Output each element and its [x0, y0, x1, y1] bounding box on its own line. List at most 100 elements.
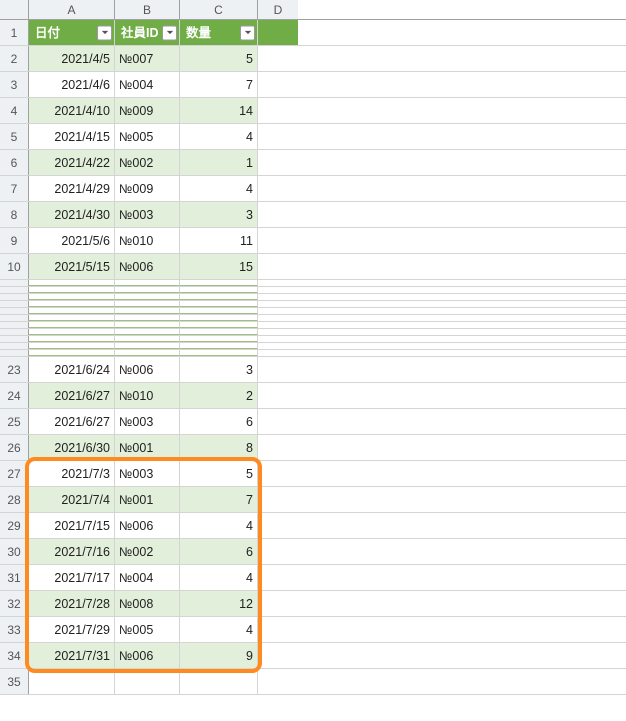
row-header[interactable]: 28 — [0, 487, 29, 512]
select-all-corner[interactable] — [0, 0, 29, 19]
cell-employee-id[interactable]: №001 — [115, 487, 180, 512]
cell-empty[interactable] — [115, 315, 180, 321]
cell-empty[interactable] — [180, 336, 258, 342]
cell-date[interactable]: 2021/4/29 — [29, 176, 115, 201]
cell-empty[interactable] — [258, 461, 298, 486]
cell-quantity[interactable]: 4 — [180, 176, 258, 201]
cell-quantity[interactable]: 7 — [180, 487, 258, 512]
cell-empty[interactable] — [258, 315, 298, 321]
cell-empty[interactable] — [180, 350, 258, 356]
col-header-A[interactable]: A — [29, 0, 115, 19]
cell-date[interactable]: 2021/4/10 — [29, 98, 115, 123]
cell-empty[interactable] — [258, 301, 298, 307]
row-header[interactable] — [0, 336, 29, 342]
cell-empty[interactable] — [258, 357, 298, 382]
cell-quantity[interactable]: 3 — [180, 357, 258, 382]
row-header[interactable] — [0, 308, 29, 314]
col-header-B[interactable]: B — [115, 0, 180, 19]
cell-quantity[interactable]: 12 — [180, 591, 258, 616]
cell-date[interactable]: 2021/7/16 — [29, 539, 115, 564]
cell-empty[interactable] — [180, 669, 258, 694]
cell-date[interactable]: 2021/6/27 — [29, 383, 115, 408]
cell-empty[interactable] — [180, 301, 258, 307]
row-header[interactable]: 23 — [0, 357, 29, 382]
cell-empty[interactable] — [180, 329, 258, 335]
row-header[interactable]: 4 — [0, 98, 29, 123]
cell-empty[interactable] — [258, 72, 298, 97]
cell-employee-id[interactable]: №003 — [115, 409, 180, 434]
header-employee-id[interactable]: 社員ID — [115, 20, 180, 45]
cell-empty[interactable] — [258, 487, 298, 512]
row-header[interactable]: 26 — [0, 435, 29, 460]
cell-quantity[interactable]: 4 — [180, 124, 258, 149]
cell-quantity[interactable]: 1 — [180, 150, 258, 175]
cell-empty[interactable] — [115, 343, 180, 349]
spreadsheet[interactable]: A B C D 1 日付 社員ID 数量 22021/4/5№007532021… — [0, 0, 626, 695]
cell-quantity[interactable]: 9 — [180, 643, 258, 668]
row-header[interactable]: 8 — [0, 202, 29, 227]
cell-empty[interactable] — [258, 643, 298, 668]
cell-empty[interactable] — [115, 294, 180, 300]
cell-empty[interactable] — [29, 322, 115, 328]
row-header[interactable]: 30 — [0, 539, 29, 564]
row-header[interactable]: 32 — [0, 591, 29, 616]
header-quantity[interactable]: 数量 — [180, 20, 258, 45]
cell-employee-id[interactable]: №005 — [115, 617, 180, 642]
cell-date[interactable]: 2021/7/28 — [29, 591, 115, 616]
cell-empty[interactable] — [115, 322, 180, 328]
row-header[interactable]: 24 — [0, 383, 29, 408]
cell-employee-id[interactable]: №002 — [115, 150, 180, 175]
cell-empty[interactable] — [258, 280, 298, 286]
cell-empty[interactable] — [258, 254, 298, 279]
cell-empty[interactable] — [258, 329, 298, 335]
cell-empty[interactable] — [258, 669, 298, 694]
cell-employee-id[interactable]: №002 — [115, 539, 180, 564]
cell-empty[interactable] — [258, 435, 298, 460]
cell-empty[interactable] — [180, 322, 258, 328]
cell-empty[interactable] — [258, 287, 298, 293]
cell-empty[interactable] — [115, 669, 180, 694]
row-header[interactable] — [0, 343, 29, 349]
cell-date[interactable]: 2021/7/17 — [29, 565, 115, 590]
row-header[interactable] — [0, 294, 29, 300]
cell-empty[interactable] — [258, 350, 298, 356]
cell-employee-id[interactable]: №010 — [115, 228, 180, 253]
cell-employee-id[interactable]: №009 — [115, 98, 180, 123]
cell-quantity[interactable]: 5 — [180, 46, 258, 71]
cell-date[interactable]: 2021/4/5 — [29, 46, 115, 71]
filter-button-quantity[interactable] — [240, 25, 255, 40]
cell-empty[interactable] — [115, 308, 180, 314]
cell-empty[interactable] — [258, 150, 298, 175]
cell-empty[interactable] — [180, 315, 258, 321]
cell-employee-id[interactable]: №006 — [115, 357, 180, 382]
cell-date[interactable]: 2021/7/4 — [29, 487, 115, 512]
cell-empty[interactable] — [115, 336, 180, 342]
cell-empty[interactable] — [258, 202, 298, 227]
cell-employee-id[interactable]: №005 — [115, 124, 180, 149]
cell-employee-id[interactable]: №004 — [115, 72, 180, 97]
cell-date[interactable]: 2021/4/6 — [29, 72, 115, 97]
cell-quantity[interactable]: 3 — [180, 202, 258, 227]
cell-empty[interactable] — [180, 280, 258, 286]
cell-empty[interactable] — [29, 280, 115, 286]
cell-empty[interactable] — [258, 176, 298, 201]
cell-empty[interactable] — [258, 565, 298, 590]
row-header[interactable]: 25 — [0, 409, 29, 434]
cell-employee-id[interactable]: №009 — [115, 176, 180, 201]
cell-quantity[interactable]: 6 — [180, 539, 258, 564]
cell-empty[interactable] — [29, 301, 115, 307]
cell-date[interactable]: 2021/6/24 — [29, 357, 115, 382]
cell-date[interactable]: 2021/4/30 — [29, 202, 115, 227]
cell-empty[interactable] — [29, 669, 115, 694]
cell-empty[interactable] — [29, 350, 115, 356]
col-header-C[interactable]: C — [180, 0, 258, 19]
cell-empty[interactable] — [258, 308, 298, 314]
cell-empty[interactable] — [29, 294, 115, 300]
row-header[interactable] — [0, 329, 29, 335]
row-header[interactable]: 7 — [0, 176, 29, 201]
cell-D1[interactable] — [258, 20, 298, 45]
cell-date[interactable]: 2021/7/3 — [29, 461, 115, 486]
row-header[interactable]: 35 — [0, 669, 29, 694]
filter-button-employee-id[interactable] — [162, 25, 177, 40]
cell-empty[interactable] — [258, 383, 298, 408]
